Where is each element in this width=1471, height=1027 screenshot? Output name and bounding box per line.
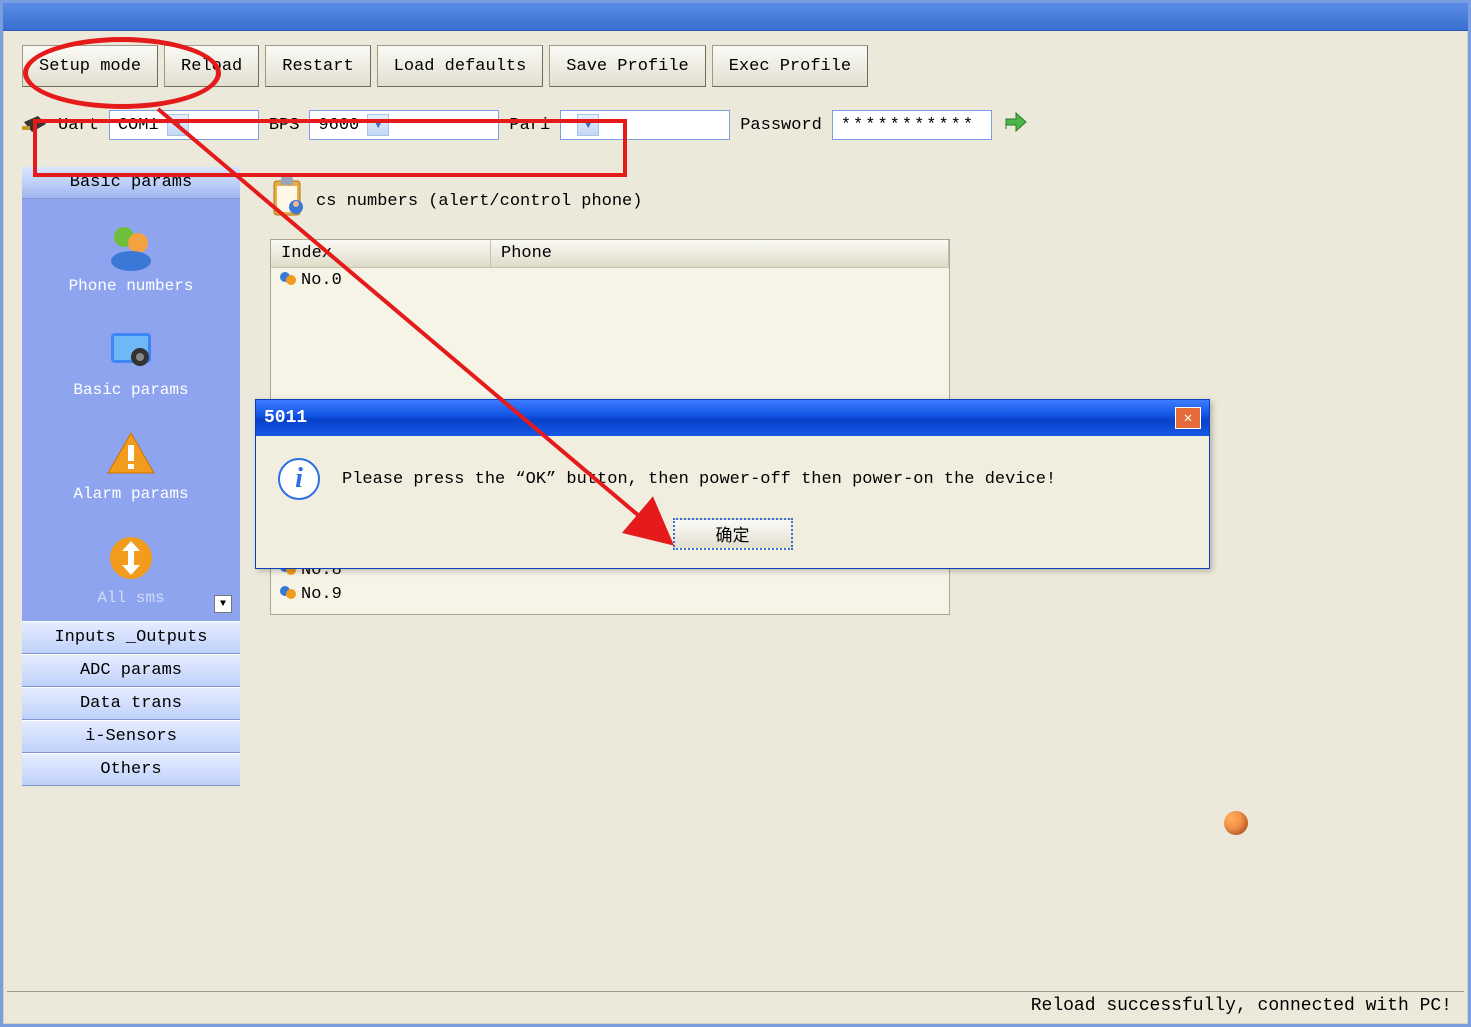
sidebar-item-adc-params[interactable]: ADC params	[22, 654, 240, 687]
row-text: No.0	[301, 271, 342, 290]
app-window: Setup mode Reload Restart Load defaults …	[0, 0, 1471, 1027]
sidebar: Basic params Phone numbers Basic params	[22, 167, 240, 786]
main-toolbar: Setup mode Reload Restart Load defaults …	[22, 45, 1449, 87]
parity-label: Pari	[509, 116, 550, 135]
exec-profile-button[interactable]: Exec Profile	[712, 45, 868, 87]
row-text: No.9	[301, 585, 342, 604]
bps-value: 9600	[318, 116, 359, 135]
restart-button[interactable]: Restart	[265, 45, 370, 87]
sidebar-item-alarm-params[interactable]: Alarm params	[73, 423, 188, 503]
sidebar-item-label: Alarm params	[73, 485, 188, 503]
dialog-title: 5011	[264, 408, 307, 428]
dialog-body: i Please press the “OK” button, then pow…	[256, 436, 1209, 518]
info-dialog: 5011 ✕ i Please press the “OK” button, t…	[255, 399, 1210, 569]
connection-bar: Uart COM1 ▼ BPS 9600 ▼ Pari ▼ Password	[22, 105, 1449, 145]
parity-combo[interactable]: ▼	[560, 110, 730, 140]
list-row[interactable]: No.9	[271, 582, 949, 606]
load-defaults-button[interactable]: Load defaults	[377, 45, 544, 87]
sidebar-item-label: Basic params	[73, 381, 188, 399]
chevron-down-icon: ▼	[167, 114, 189, 136]
sidebar-item-inputs-outputs[interactable]: Inputs _Outputs	[22, 621, 240, 654]
sidebar-item-label: All sms	[97, 589, 164, 607]
reload-button[interactable]: Reload	[164, 45, 259, 87]
close-icon[interactable]: ✕	[1175, 407, 1201, 429]
section-header: cs numbers (alert/control phone)	[270, 177, 1449, 225]
section-title-text: cs numbers (alert/control phone)	[316, 192, 642, 211]
list-header: Index Phone	[271, 240, 949, 268]
dialog-footer: 确定	[256, 518, 1209, 568]
window-titlebar	[3, 3, 1468, 31]
password-input[interactable]	[832, 110, 992, 140]
sidebar-item-all-sms[interactable]: All sms	[97, 527, 164, 607]
uart-value: COM1	[118, 116, 159, 135]
sidebar-item-phone-numbers[interactable]: Phone numbers	[69, 215, 194, 295]
col-index[interactable]: Index	[271, 240, 491, 267]
gear-card-icon	[106, 325, 156, 375]
password-label: Password	[740, 116, 822, 135]
sidebar-item-data-trans[interactable]: Data trans	[22, 687, 240, 720]
uart-label: Uart	[58, 116, 99, 135]
setup-mode-button[interactable]: Setup mode	[22, 45, 158, 87]
info-icon: i	[278, 458, 320, 500]
sidebar-header-basic-params[interactable]: Basic params	[22, 167, 240, 199]
sidebar-item-basic-params[interactable]: Basic params	[73, 319, 188, 399]
uart-combo[interactable]: COM1 ▼	[109, 110, 259, 140]
sidebar-panel: Phone numbers Basic params Alarm params	[22, 199, 240, 621]
status-bar: Reload successfully, connected with PC!	[7, 991, 1464, 1020]
list-row[interactable]: No.0	[271, 268, 949, 292]
save-profile-button[interactable]: Save Profile	[549, 45, 705, 87]
users-icon	[106, 221, 156, 271]
serial-port-icon	[22, 114, 48, 136]
col-phone[interactable]: Phone	[491, 240, 949, 267]
ok-button[interactable]: 确定	[673, 518, 793, 550]
refresh-icon[interactable]	[1224, 811, 1248, 835]
sidebar-item-i-sensors[interactable]: i-Sensors	[22, 720, 240, 753]
clipboard-user-icon	[270, 177, 306, 225]
user-icon	[277, 270, 297, 290]
bps-combo[interactable]: 9600 ▼	[309, 110, 499, 140]
dialog-message: Please press the “OK” button, then power…	[342, 470, 1056, 489]
arrows-icon	[106, 533, 156, 583]
sidebar-item-others[interactable]: Others	[22, 753, 240, 786]
chevron-down-icon: ▼	[577, 114, 599, 136]
user-icon	[277, 584, 297, 604]
sidebar-item-label: Phone numbers	[69, 277, 194, 295]
chevron-down-icon: ▼	[367, 114, 389, 136]
bps-label: BPS	[269, 116, 300, 135]
warning-icon	[106, 429, 156, 479]
connect-arrow-icon[interactable]	[1002, 109, 1028, 141]
dialog-titlebar: 5011 ✕	[256, 400, 1209, 436]
sidebar-more-button[interactable]: ▼	[214, 595, 232, 613]
